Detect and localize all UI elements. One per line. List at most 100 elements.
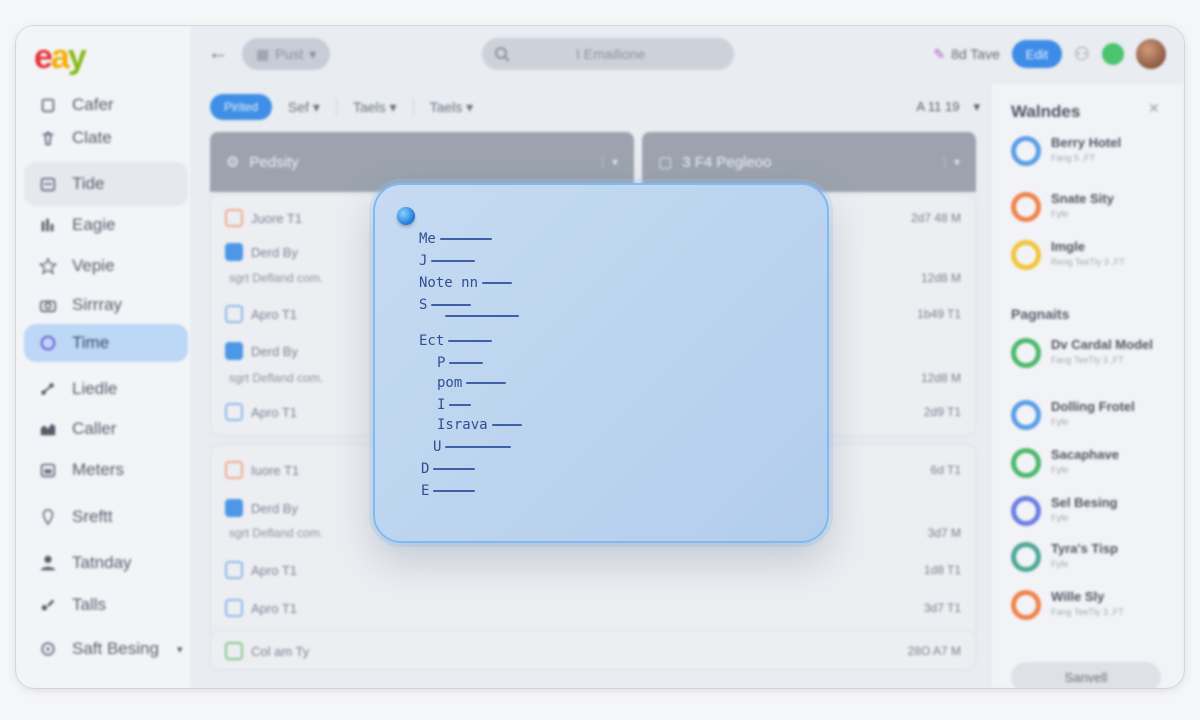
divider — [335, 99, 337, 115]
right-panel: Walndes ✕ Berry Hotel Fang 5 ,FT Snate Si… — [990, 84, 1184, 688]
note-line: D — [421, 461, 476, 477]
sidebar-item-label: Eagie — [72, 215, 116, 234]
list-item[interactable]: Col am Ty 28O A7 M — [225, 636, 961, 666]
note-text: Me — [419, 231, 436, 247]
list-item[interactable]: Wille Sly Fang TeeTly 3 ,FT — [1011, 589, 1171, 620]
item-label: sgrt Defland com. — [229, 371, 324, 385]
ring-icon — [1011, 496, 1041, 526]
list-item[interactable]: Apro T1 3d7 T1 — [225, 593, 961, 623]
sidebar-item-talls[interactable]: Talls — [24, 586, 188, 624]
filter-chip-primary[interactable]: Pirited — [210, 94, 273, 120]
item-label: Apro T1 — [251, 404, 298, 420]
checkbox[interactable] — [225, 642, 243, 660]
scribble-stroke — [445, 446, 512, 448]
search-input[interactable]: I Emailione — [482, 38, 734, 70]
panel-menu-icon[interactable]: ⋮ ▾ — [939, 155, 960, 169]
scribble-stroke — [445, 315, 519, 317]
edit-button[interactable]: Edit — [1011, 40, 1062, 68]
sidebar-item-tatnday[interactable]: Tatnday — [24, 544, 188, 582]
checkbox[interactable] — [225, 599, 243, 617]
scribble-stroke — [439, 238, 492, 240]
list-item[interactable]: Imgle Reng TeeTly 3 ,FT — [1011, 239, 1171, 270]
sidebar-item-vepie[interactable]: Vepie — [24, 247, 188, 285]
sidebar-item-clate[interactable]: Clate — [24, 119, 188, 157]
post-dropdown[interactable]: ▦ Pust ▾ — [242, 38, 330, 70]
note-text: Ect — [419, 333, 445, 349]
status-label-text: 8d Tave — [951, 46, 1000, 62]
list-item[interactable]: Berry Hotel Fang 5 ,FT — [1011, 135, 1171, 166]
checkbox[interactable] — [225, 243, 243, 261]
list-item[interactable]: Dv Cardal Model Fang TeeTly 3 ,FT — [1011, 337, 1171, 368]
document-icon: ▢ — [658, 154, 673, 171]
checkbox[interactable] — [225, 499, 243, 517]
sidebar-item-eagie[interactable]: Eagie — [24, 206, 188, 244]
scribble-stroke — [433, 490, 476, 492]
scribble-stroke — [482, 282, 513, 284]
item-value: 1b49 T1 — [917, 307, 961, 321]
item-name: Tyra's Tisp — [1051, 541, 1118, 556]
filter-dropdown-1[interactable]: Sef ▾ — [288, 99, 320, 116]
item-label: sgrt Defland com. — [229, 526, 324, 540]
item-sub: Fang TeeTly 3 ,FT — [1051, 354, 1124, 365]
checkbox[interactable] — [225, 461, 243, 479]
list-item[interactable]: Dolling Frotel Fyfe — [1011, 399, 1171, 430]
sidebar-item-sreftt[interactable]: Sreftt — [24, 498, 188, 536]
checkbox[interactable] — [225, 342, 243, 360]
checkbox[interactable] — [225, 209, 243, 227]
item-sub: Fyfe — [1051, 558, 1069, 569]
list-item[interactable]: Sel Besing Fyfe — [1011, 495, 1171, 526]
note-text: Israva — [437, 417, 488, 433]
item-label: Juore T1 — [251, 210, 303, 226]
sidebar-item-label: Tatnday — [72, 553, 132, 572]
item-label: Apro T1 — [251, 600, 298, 616]
sidebar-item-liedle[interactable]: Liedle — [24, 370, 188, 408]
pin-icon — [38, 507, 58, 527]
panel-title: Pedsity — [249, 153, 299, 171]
people-icon[interactable]: ⚇ — [1074, 44, 1090, 65]
close-icon[interactable]: ✕ — [1148, 100, 1168, 120]
list-item[interactable]: Snate Sity Fyfe — [1011, 191, 1171, 222]
sidebar-item-tide[interactable]: Tide — [24, 162, 188, 206]
checkbox[interactable] — [225, 305, 243, 323]
back-arrow-icon[interactable]: ← — [208, 42, 228, 65]
item-sub: Fang 5 ,FT — [1051, 152, 1096, 163]
avatar[interactable] — [1136, 39, 1166, 69]
panel-menu-icon[interactable]: ⋮ ▾ — [597, 155, 618, 169]
calendar-grid-icon — [38, 460, 58, 480]
list-item[interactable]: Sacaphave Fyfe — [1011, 447, 1171, 478]
panel-title: 3 F4 Pegleoo — [682, 153, 772, 171]
sidebar: eay Cafer Clate Tide Eagie Vepie Sirrray… — [16, 26, 192, 688]
checkbox[interactable] — [225, 403, 243, 421]
ring-icon — [1011, 542, 1041, 572]
sidebar-item-label: Meters — [72, 460, 124, 479]
calendar-icon — [38, 174, 58, 194]
item-name: Wille Sly — [1051, 589, 1105, 604]
checkbox[interactable] — [225, 561, 243, 579]
sidebar-item-time[interactable]: Time — [24, 324, 188, 362]
sticky-note[interactable]: Me J Note nn S Ect P pom I Israva U D E — [373, 183, 829, 543]
list-item[interactable]: Tyra's Tisp Fyfe — [1011, 541, 1171, 572]
logo-letter-y: y — [67, 38, 87, 76]
filter-dropdown-3[interactable]: Taels ▾ — [430, 99, 474, 116]
filter-dropdown-2[interactable]: Taels ▾ — [353, 99, 397, 116]
sidebar-item-label: Cafer — [72, 95, 114, 114]
sort-control[interactable]: A 11 19 ▾ — [916, 99, 980, 115]
brush-icon: ✎ — [933, 45, 946, 62]
item-name: Imgle — [1051, 239, 1085, 254]
status-label[interactable]: ✎ 8d Tave — [933, 46, 1000, 63]
user-icon — [38, 553, 58, 573]
sidebar-item-caller[interactable]: Caller — [24, 410, 188, 448]
item-label: Derd By — [251, 500, 298, 516]
save-button[interactable]: Sanvell — [1011, 662, 1161, 688]
sidebar-item-meters[interactable]: Meters — [24, 451, 188, 489]
sidebar-item-saft-besing[interactable]: Saft Besing ▾ — [24, 630, 188, 668]
app-logo[interactable]: eay — [34, 38, 87, 77]
item-value: 3d7 M — [927, 526, 961, 540]
online-status-icon[interactable] — [1102, 43, 1124, 65]
note-line: U — [433, 439, 512, 455]
item-label: Apro T1 — [251, 562, 298, 578]
list-item[interactable]: Apro T1 1d8 T1 — [225, 555, 961, 585]
sidebar-item-sirrray[interactable]: Sirrray — [24, 286, 188, 324]
note-text: pom — [437, 375, 463, 391]
ring-icon — [1011, 400, 1041, 430]
